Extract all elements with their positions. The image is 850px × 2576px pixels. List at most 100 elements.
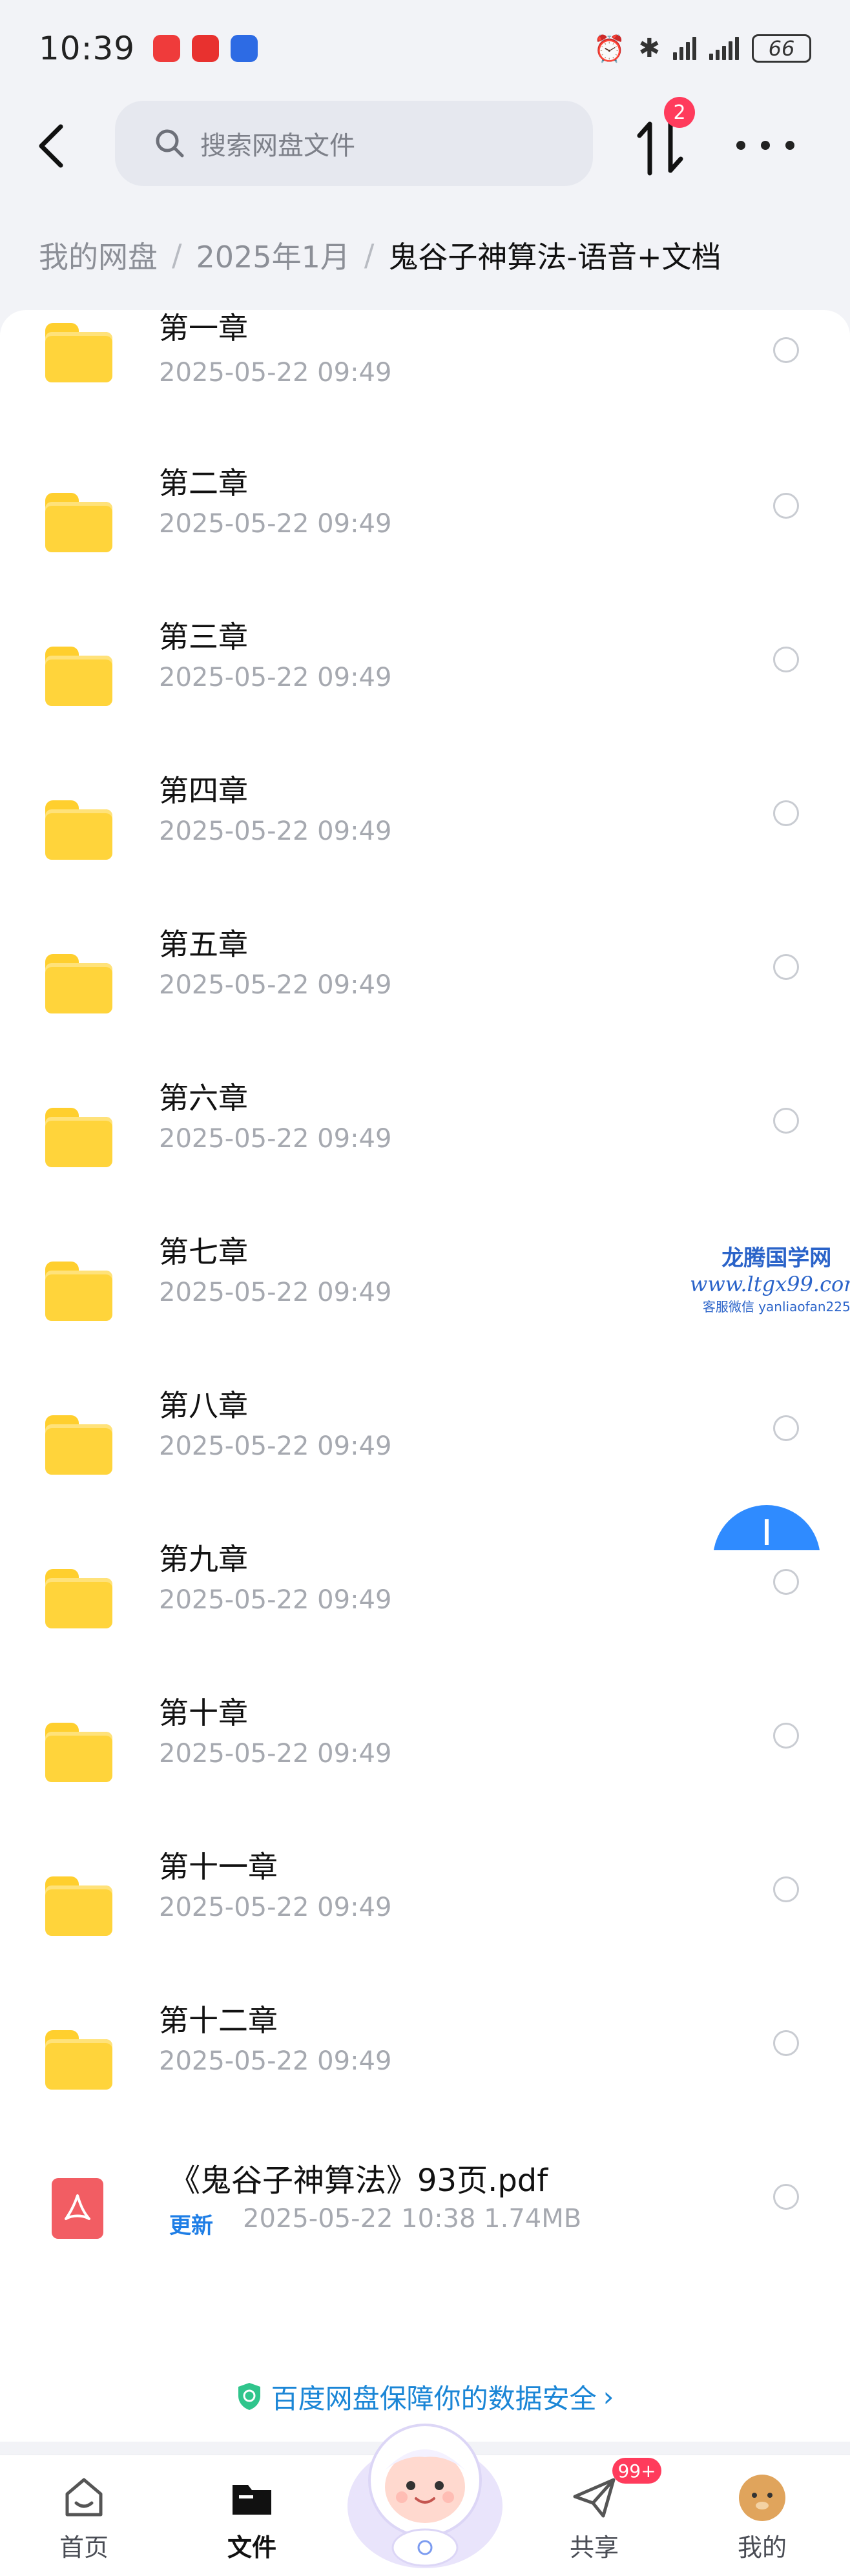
- folder-icon: [45, 647, 112, 706]
- select-checkbox[interactable]: [773, 1569, 799, 1595]
- folder-icon: [233, 2485, 271, 2515]
- folder-icon: [45, 493, 112, 552]
- folder-name: 第十章: [159, 1696, 248, 1730]
- folder-row[interactable]: 第一章 2025-05-22 09:49: [0, 310, 850, 464]
- folder-row[interactable]: 第五章 2025-05-22 09:49: [0, 925, 850, 1079]
- more-options-button[interactable]: [736, 129, 794, 161]
- folder-row[interactable]: 第六章 2025-05-22 09:49: [0, 1079, 850, 1232]
- folder-name: 第一章: [159, 311, 248, 346]
- nav-label: 文件: [227, 2533, 276, 2562]
- search-icon: [156, 129, 184, 158]
- folder-name: 第十一章: [159, 1849, 278, 1884]
- folder-row[interactable]: 第十二章 2025-05-22 09:49: [0, 2001, 850, 2155]
- select-checkbox[interactable]: [773, 954, 799, 980]
- folder-row[interactable]: 第九章 2025-05-22 09:49: [0, 1540, 850, 1694]
- folder-date: 2025-05-22 09:49: [159, 1585, 392, 1615]
- transfer-count-badge: 2: [664, 97, 695, 128]
- acrobat-icon: [65, 2194, 90, 2220]
- signal-icon: [709, 37, 739, 60]
- folder-icon: [45, 800, 112, 860]
- folder-name: 第四章: [159, 773, 248, 808]
- file-meta: 2025-05-22 10:38 1.74MB: [243, 2204, 582, 2234]
- select-checkbox[interactable]: [773, 1108, 799, 1134]
- watermark: 龙腾国学网 www.ltgx99.com 客服微信 yanliaofan225: [690, 1240, 850, 1315]
- folder-row[interactable]: 第四章 2025-05-22 09:49: [0, 771, 850, 925]
- folder-date: 2025-05-22 09:49: [159, 1431, 392, 1461]
- folder-name: 第十二章: [159, 2003, 278, 2038]
- select-checkbox[interactable]: [773, 800, 799, 826]
- status-indicators: ⏰ ✱ 66: [594, 34, 811, 64]
- avatar: [739, 2475, 785, 2521]
- app-notification-icon: [153, 35, 181, 62]
- app-notification-icon: [231, 35, 258, 62]
- upload-fab[interactable]: [704, 1499, 833, 1550]
- breadcrumb: 我的网盘 / 2025年1月 / 鬼谷子神算法-语音+文档: [39, 233, 721, 278]
- nav-profile[interactable]: 我的: [698, 2455, 827, 2576]
- folder-date: 2025-05-22 09:49: [159, 1893, 392, 1922]
- folder-icon: [45, 1876, 112, 1936]
- folder-date: 2025-05-22 09:49: [159, 816, 392, 846]
- folder-icon: [45, 1415, 112, 1475]
- breadcrumb-separator: /: [172, 238, 182, 273]
- nav-files[interactable]: 文件: [187, 2455, 316, 2576]
- pdf-file-icon: [52, 2178, 103, 2239]
- file-name: 《鬼谷子神算法》93页.pdf: [169, 2163, 548, 2199]
- folder-row[interactable]: 第十章 2025-05-22 09:49: [0, 1694, 850, 1847]
- nav-label: 首页: [59, 2533, 109, 2562]
- mascot-button[interactable]: [342, 2409, 508, 2571]
- select-checkbox[interactable]: [773, 2030, 799, 2056]
- back-button[interactable]: [34, 120, 72, 172]
- folder-row[interactable]: 第二章 2025-05-22 09:49: [0, 464, 850, 618]
- folder-name: 第六章: [159, 1081, 248, 1116]
- select-checkbox[interactable]: [773, 493, 799, 519]
- folder-icon: [45, 2030, 112, 2090]
- dot-icon: [785, 141, 794, 150]
- folder-date: 2025-05-22 09:49: [159, 970, 392, 1000]
- status-app-icons: [153, 35, 258, 62]
- file-list: 第一章 2025-05-22 09:49 第二章 2025-05-22 09:4…: [0, 310, 850, 2442]
- select-checkbox[interactable]: [773, 337, 799, 363]
- folder-row[interactable]: 第三章 2025-05-22 09:49: [0, 618, 850, 771]
- search-input[interactable]: 搜索网盘文件: [115, 101, 593, 186]
- select-checkbox[interactable]: [773, 1415, 799, 1441]
- folder-icon: [45, 1723, 112, 1782]
- battery-icon: 66: [752, 34, 811, 63]
- shield-icon: [238, 2383, 260, 2410]
- breadcrumb-separator: /: [364, 238, 375, 273]
- select-checkbox[interactable]: [773, 647, 799, 672]
- folder-row[interactable]: 第十一章 2025-05-22 09:49: [0, 1847, 850, 2001]
- breadcrumb-item[interactable]: 我的网盘: [39, 234, 158, 276]
- plus-icon: [713, 1505, 820, 1550]
- select-checkbox[interactable]: [773, 1723, 799, 1749]
- folder-date: 2025-05-22 09:49: [159, 1739, 392, 1769]
- folder-name: 第七章: [159, 1234, 248, 1269]
- select-checkbox[interactable]: [773, 1876, 799, 1902]
- signal-icon: [673, 37, 696, 60]
- watermark-contact: 客服微信 yanliaofan225: [702, 1299, 850, 1314]
- breadcrumb-item[interactable]: 2025年1月: [196, 234, 350, 276]
- app-notification-icon: [192, 35, 220, 62]
- dot-icon: [736, 141, 745, 150]
- folder-date: 2025-05-22 09:49: [159, 1278, 392, 1307]
- folder-name: 第二章: [159, 466, 248, 501]
- top-bar: 搜索网盘文件 2: [0, 97, 850, 194]
- chevron-left-icon: [39, 124, 63, 168]
- nav-label: 我的: [737, 2533, 787, 2562]
- alarm-icon: ⏰: [593, 34, 626, 64]
- folder-date: 2025-05-22 09:49: [159, 358, 392, 388]
- watermark-title: 龙腾国学网: [721, 1245, 832, 1271]
- folder-date: 2025-05-22 09:49: [159, 509, 392, 539]
- select-checkbox[interactable]: [773, 2184, 799, 2210]
- home-icon: [65, 2478, 103, 2517]
- folder-date: 2025-05-22 09:49: [159, 663, 392, 692]
- file-row[interactable]: 《鬼谷子神算法》93页.pdf 更新 2025-05-22 10:38 1.74…: [0, 2155, 850, 2309]
- folder-name: 第三章: [159, 619, 248, 654]
- nav-home[interactable]: 首页: [19, 2455, 149, 2576]
- send-icon: [573, 2478, 616, 2518]
- folder-date: 2025-05-22 09:49: [159, 2046, 392, 2076]
- watermark-url: www.ltgx99.com: [690, 1272, 850, 1296]
- folder-icon: [45, 1108, 112, 1167]
- folder-name: 第九章: [159, 1542, 248, 1577]
- chevron-right-icon: ›: [603, 2380, 614, 2413]
- update-tag: 更新: [169, 2213, 213, 2239]
